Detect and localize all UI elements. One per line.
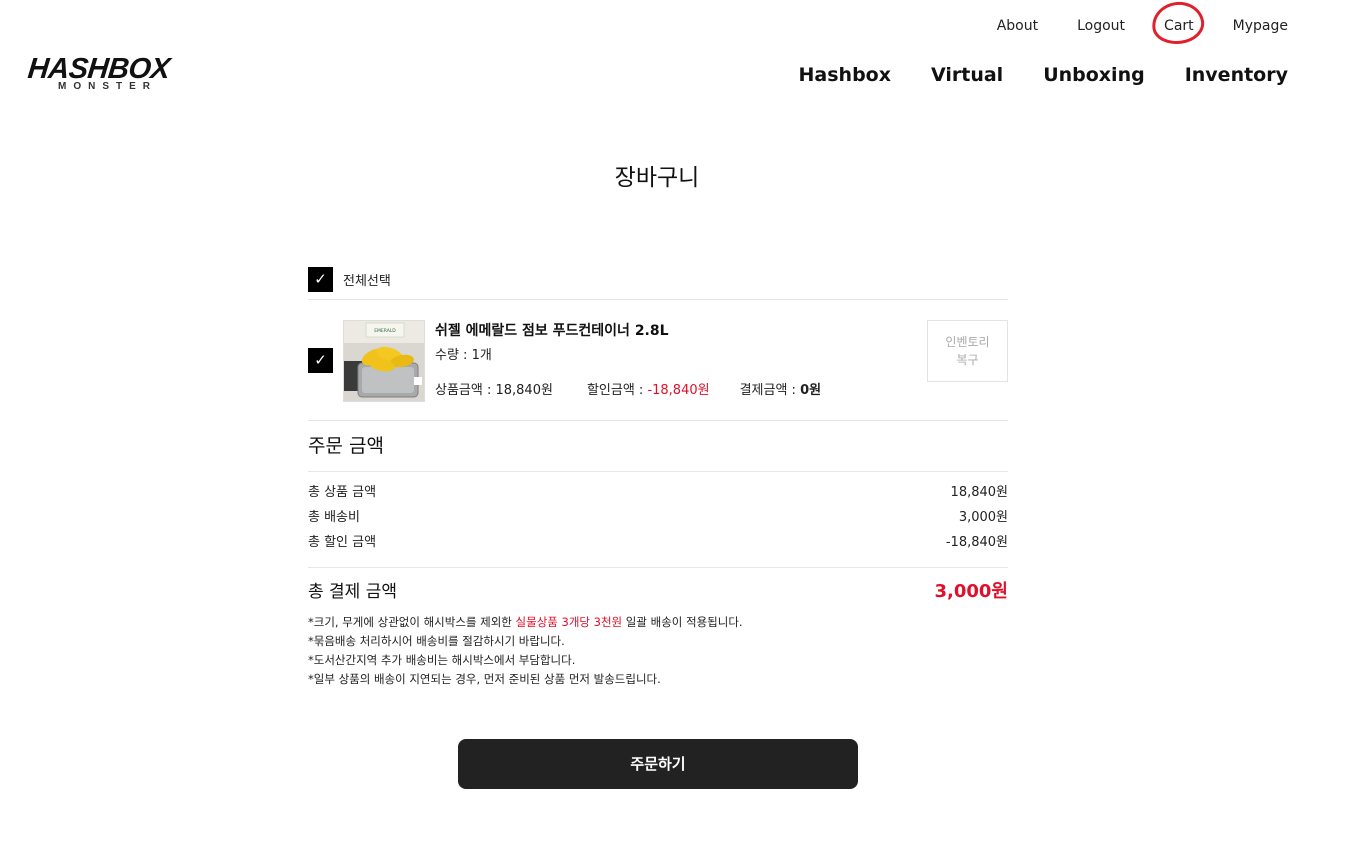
summary-row-discount: 총 할인 금액 -18,840원: [308, 533, 1008, 553]
nav-inventory[interactable]: Inventory: [1185, 61, 1288, 89]
logout-link[interactable]: Logout: [1077, 16, 1125, 36]
logo-text: HASHBOX: [26, 53, 172, 85]
nav-virtual[interactable]: Virtual: [931, 61, 1003, 89]
product-thumbnail: EMERALD: [343, 320, 425, 402]
logo-subtext: MONSTER: [58, 81, 157, 92]
note-text: 일괄 배송이 적용됩니다.: [622, 615, 743, 629]
summary-row-product-total: 총 상품 금액 18,840원: [308, 483, 1008, 503]
payment-label: 결제금액 :: [739, 383, 801, 398]
main-nav: Hashbox Virtual Unboxing Inventory: [799, 61, 1288, 89]
total-payment-label: 총 결제 금액: [308, 582, 398, 602]
cart-link-label: Cart: [1164, 18, 1194, 34]
payment-value: 0원: [800, 383, 822, 398]
total-payment-value: 3,000원: [934, 581, 1009, 602]
logo[interactable]: HASHBOX MONSTER: [26, 53, 193, 96]
product-quantity: 수량 : 1개: [435, 348, 492, 363]
restore-button-line2: 복구: [956, 353, 979, 367]
product-name[interactable]: 쉬젤 에메랄드 점보 푸드컨테이너 2.8L: [435, 321, 669, 341]
note-highlight: 실물상품 3개당 3천원: [515, 615, 623, 629]
summary-row-label: 총 할인 금액: [308, 535, 377, 550]
nav-unboxing[interactable]: Unboxing: [1043, 61, 1145, 89]
summary-row-value: 3,000원: [958, 510, 1008, 525]
item-checkbox[interactable]: ✓: [308, 348, 333, 373]
note-text: *크기, 무게에 상관없이 해시박스를 제외한: [308, 615, 516, 629]
note-line: *도서산간지역 추가 배송비는 해시박스에서 부담합니다.: [308, 653, 576, 667]
select-all-checkbox[interactable]: ✓: [308, 267, 333, 292]
order-summary-title: 주문 금액: [308, 435, 384, 457]
payment-amount: 결제금액 : 0원: [740, 381, 822, 401]
select-all[interactable]: ✓ 전체선택: [308, 267, 391, 292]
about-link[interactable]: About: [997, 16, 1038, 36]
page-title: 장바구니: [614, 165, 700, 191]
divider: [308, 471, 1008, 472]
total-payment-row: 총 결제 금액 3,000원: [308, 579, 1008, 605]
inventory-restore-button[interactable]: 인벤토리 복구: [927, 320, 1008, 382]
order-button[interactable]: 주문하기: [458, 739, 858, 789]
discount-amount: 할인금액 : -18,840원: [587, 381, 710, 401]
shipping-notes: *크기, 무게에 상관없이 해시박스를 제외한 실물상품 3개당 3천원 일괄 …: [308, 613, 743, 689]
note-line: *묶음배송 처리하시어 배송비를 절감하시기 바랍니다.: [308, 634, 565, 648]
discount-label: 할인금액 :: [586, 383, 648, 398]
mypage-link[interactable]: Mypage: [1233, 16, 1288, 36]
product-image: EMERALD: [344, 321, 424, 401]
note-line: *일부 상품의 배송이 지연되는 경우, 먼저 준비된 상품 먼저 발송드립니다…: [308, 672, 661, 686]
summary-row-value: 18,840원: [950, 485, 1008, 500]
nav-hashbox[interactable]: Hashbox: [799, 61, 891, 89]
product-price: 상품금액 : 18,840원: [435, 383, 553, 398]
select-all-label: 전체선택: [343, 274, 391, 289]
price-row: 상품금액 : 18,840원 할인금액 : -18,840원 결제금액 : 0원: [435, 381, 821, 401]
divider: [308, 420, 1008, 421]
top-links: About Logout Cart Mypage: [997, 0, 1288, 48]
summary-row-label: 총 상품 금액: [308, 485, 377, 500]
divider: [308, 567, 1008, 568]
summary-row-shipping: 총 배송비 3,000원: [308, 508, 1008, 528]
restore-button-line1: 인벤토리: [945, 335, 990, 349]
summary-row-label: 총 배송비: [308, 510, 360, 525]
thumb-brand-text: EMERALD: [374, 328, 396, 334]
summary-row-value: -18,840원: [945, 535, 1008, 550]
note-line: *크기, 무게에 상관없이 해시박스를 제외한 실물상품 3개당 3천원 일괄 …: [308, 613, 743, 632]
cart-link[interactable]: Cart: [1149, 0, 1207, 48]
discount-value: -18,840원: [647, 383, 710, 398]
divider: [308, 299, 1008, 300]
